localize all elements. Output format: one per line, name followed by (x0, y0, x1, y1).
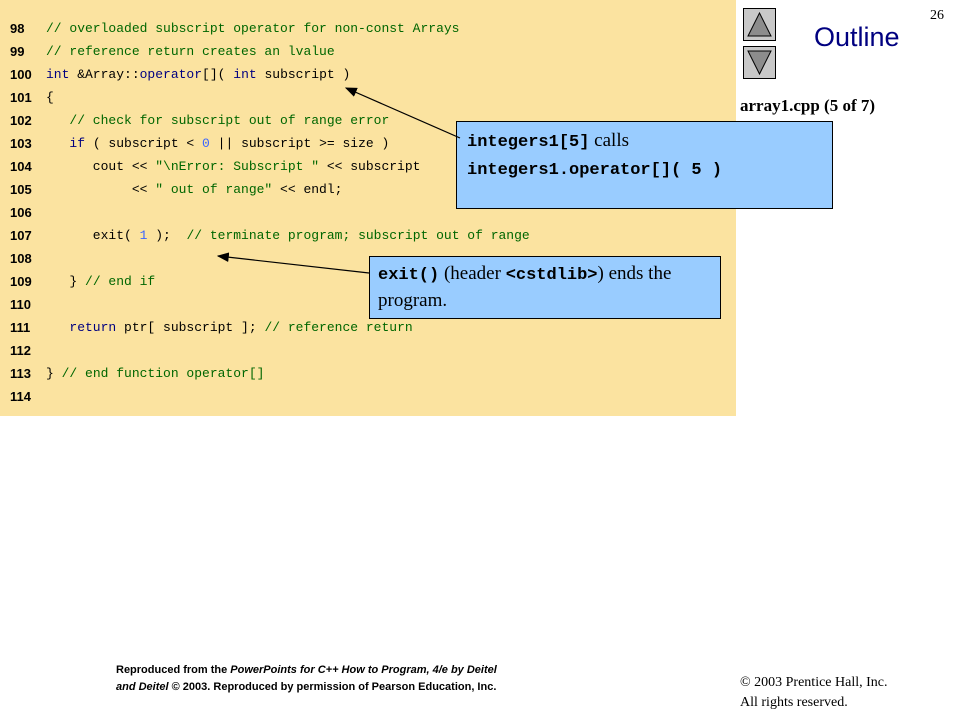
copyright-line: © 2003 Prentice Hall, Inc. (740, 675, 888, 690)
footer-authors: and Deitel (116, 681, 169, 693)
copyright: © 2003 Prentice Hall, Inc. All rights re… (740, 673, 888, 713)
footer-book-title: PowerPoints for C++ How to Program, 4/e … (230, 664, 497, 676)
arrow-to-exit (216, 252, 370, 274)
footer-text: © 2003. Reproduced by permission of Pear… (168, 681, 497, 693)
callout-arrows (216, 87, 461, 274)
arrow-to-operator (344, 87, 461, 139)
footer-attribution: Reproduced from the PowerPoints for C++ … (116, 662, 596, 696)
copyright-line: All rights reserved. (740, 695, 848, 710)
footer-text: Reproduced from the (116, 664, 231, 676)
